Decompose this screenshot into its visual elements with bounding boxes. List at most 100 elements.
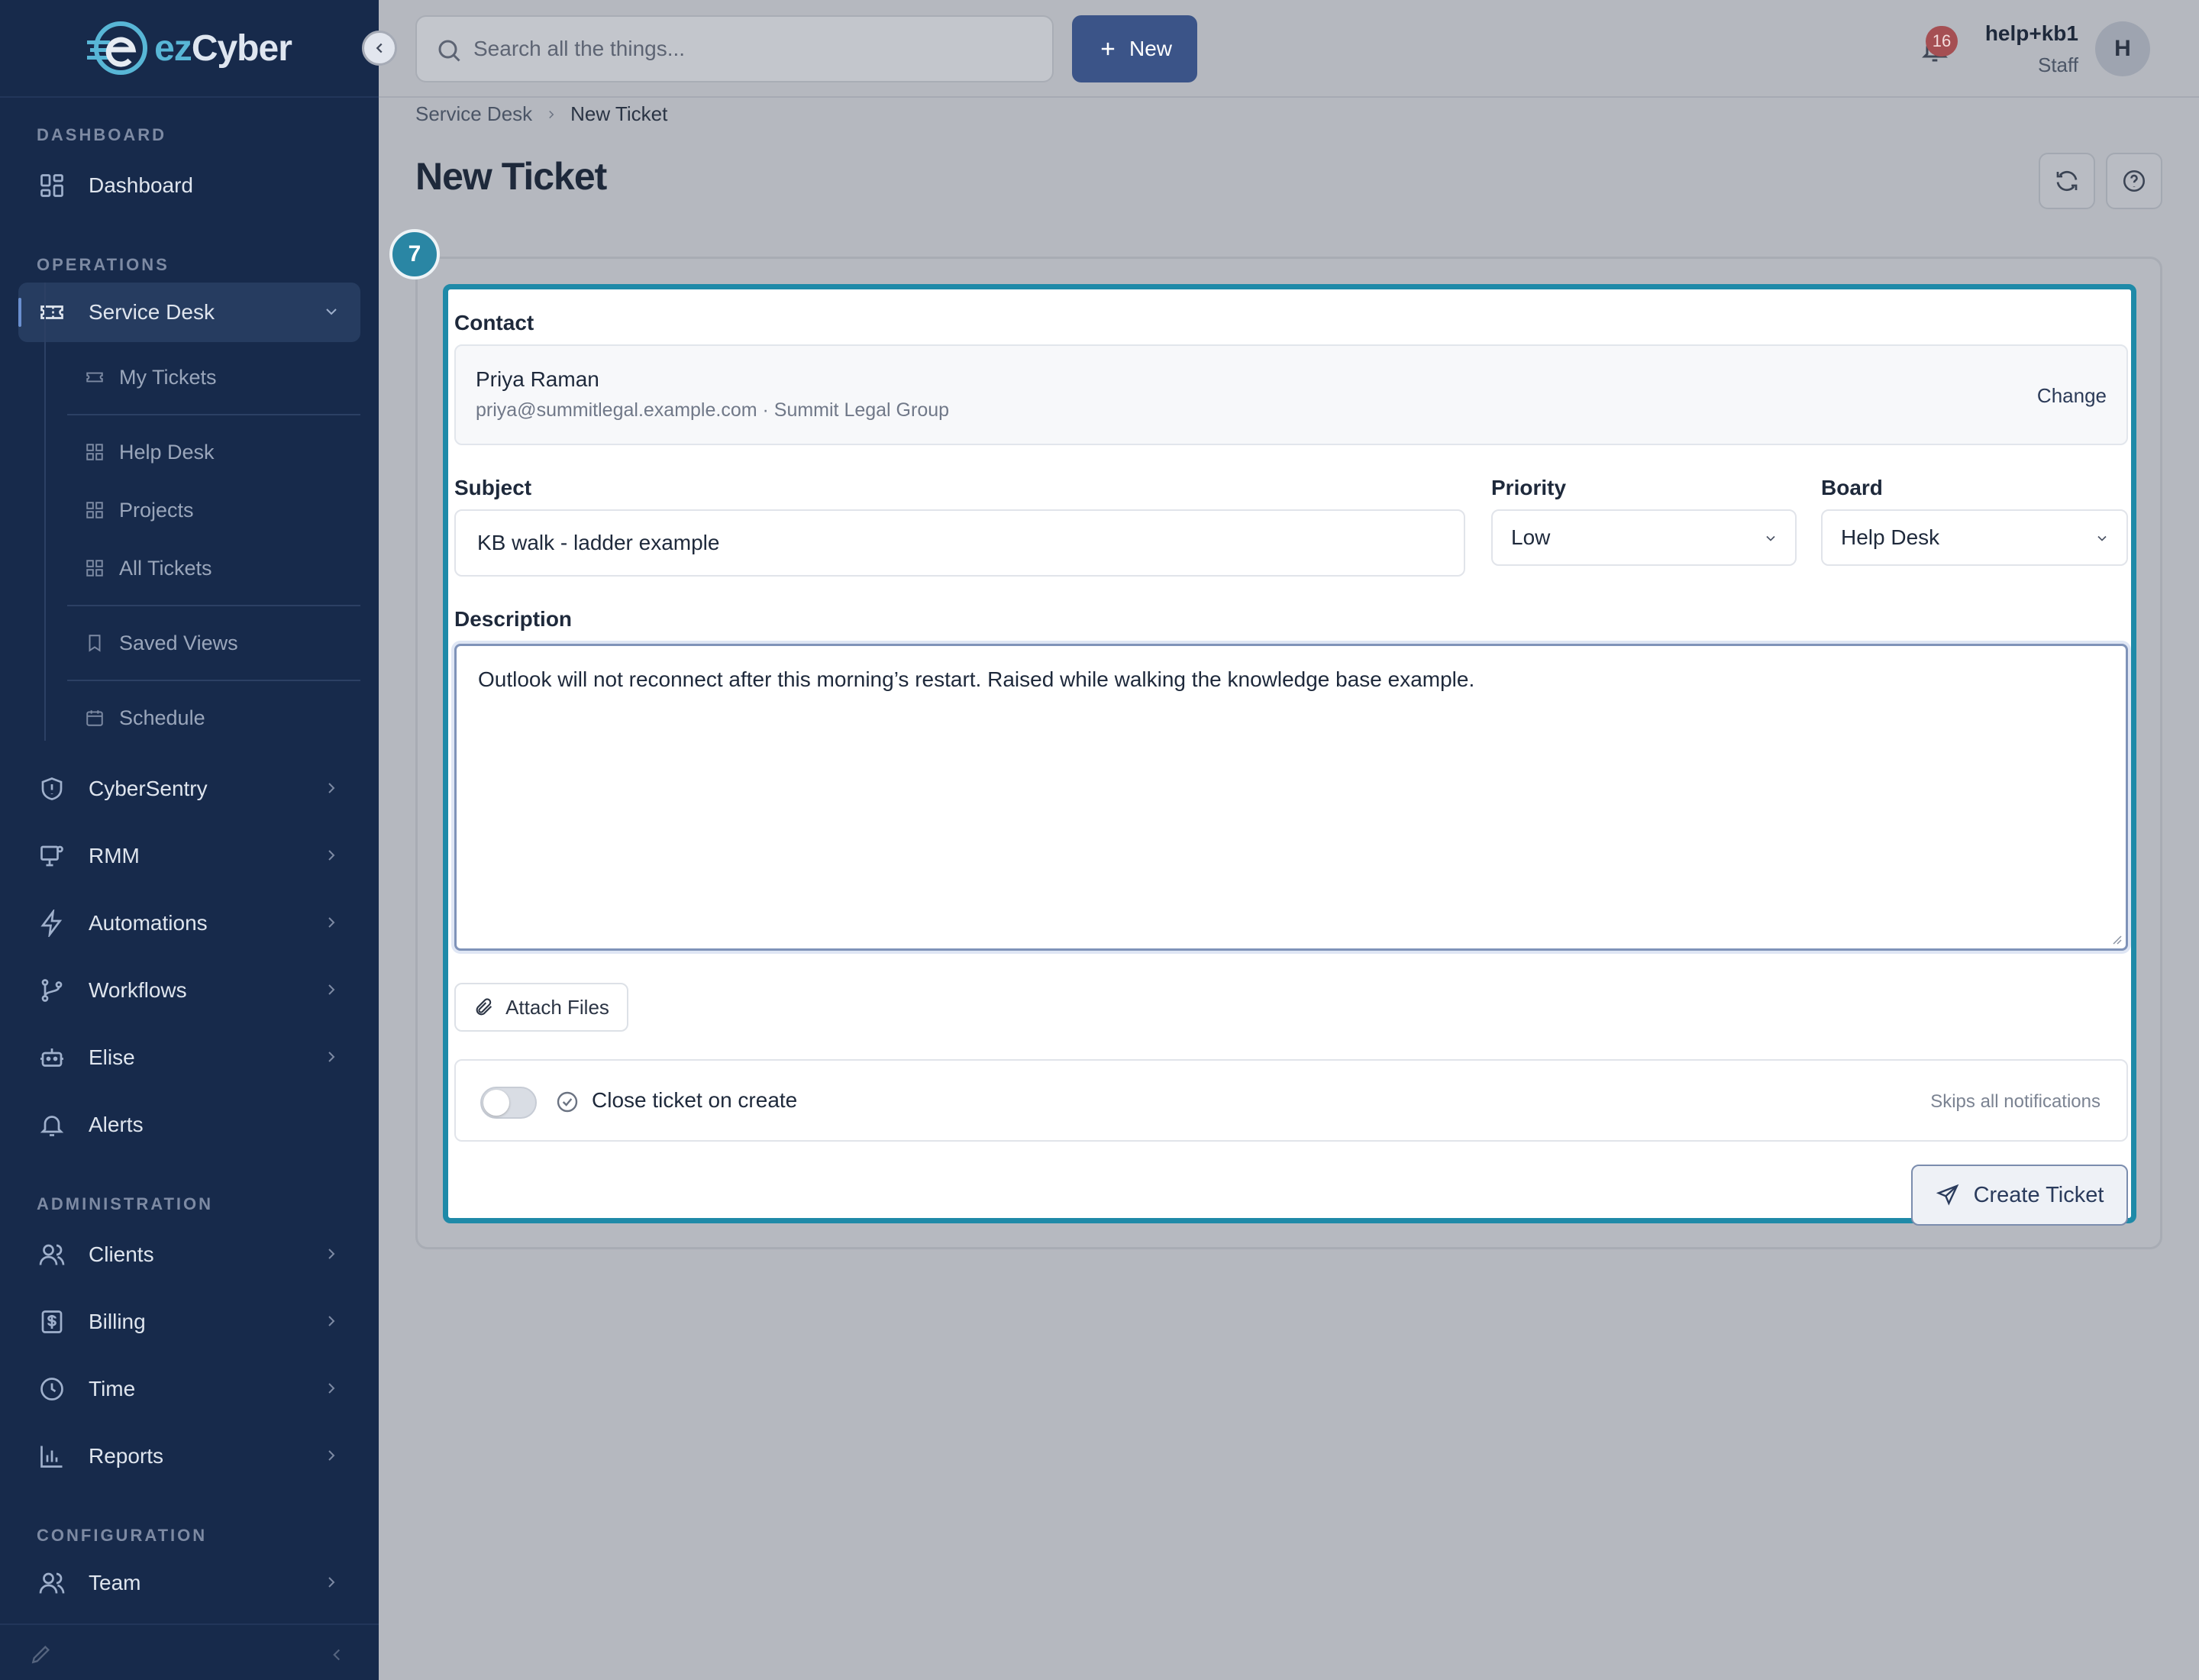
- sidebar-subitem-label: All Tickets: [119, 556, 212, 580]
- brand-name: ezCyber: [154, 27, 292, 69]
- grid-icon: [84, 441, 105, 463]
- section-label-dashboard: DASHBOARD: [37, 125, 166, 144]
- pencil-icon[interactable]: [29, 1642, 53, 1666]
- subject-label: Subject: [454, 476, 532, 499]
- close-ticket-toggle[interactable]: [480, 1087, 537, 1119]
- resize-grip-icon[interactable]: [2109, 932, 2123, 945]
- chevron-right-icon: [328, 1249, 335, 1259]
- bar-chart-icon: [37, 1441, 67, 1472]
- sidebar-item-label: Elise: [89, 1045, 135, 1069]
- brand-logo[interactable]: ezCyber: [0, 0, 379, 98]
- chevron-right-icon: [328, 984, 335, 995]
- sidebar-item-team[interactable]: Team: [18, 1553, 360, 1613]
- chevron-right-icon: [328, 1383, 335, 1394]
- chevron-left-icon[interactable]: [327, 1645, 347, 1665]
- sidebar-item-billing[interactable]: Billing: [18, 1292, 360, 1352]
- sidebar-item-alerts[interactable]: Alerts: [18, 1095, 360, 1155]
- chevron-right-icon: [328, 917, 335, 928]
- sidebar-item-label: Clients: [89, 1242, 154, 1266]
- attach-files-button[interactable]: Attach Files: [454, 983, 628, 1032]
- description-textarea[interactable]: Outlook will not reconnect after this mo…: [454, 644, 2128, 951]
- sidebar-subitem-label: Saved Views: [119, 631, 238, 654]
- users-icon: [37, 1239, 67, 1270]
- check-circle-icon: [557, 1091, 578, 1113]
- sidebar-subitem-saved-views[interactable]: Saved Views: [84, 620, 238, 666]
- dollar-icon: [37, 1307, 67, 1337]
- new-ticket-form: Contact Priya Raman priya@summitlegal.ex…: [443, 284, 2136, 1226]
- chevron-down-icon: [2097, 535, 2107, 541]
- chevron-right-icon: [328, 1316, 335, 1326]
- grid-icon: [84, 499, 105, 521]
- sidebar-item-dashboard[interactable]: Dashboard: [18, 156, 360, 215]
- refresh-button[interactable]: [2039, 153, 2095, 209]
- search-placeholder: Search all the things...: [473, 37, 686, 60]
- subject-value: KB walk - ladder example: [477, 531, 720, 554]
- walkthrough-step-badge: 7: [389, 229, 440, 279]
- sidebar-item-label: Service Desk: [89, 300, 215, 324]
- help-button[interactable]: [2106, 153, 2162, 209]
- sidebar-item-workflows[interactable]: Workflows: [18, 961, 360, 1020]
- chevron-right-icon: [328, 1577, 335, 1588]
- board-label: Board: [1821, 476, 1883, 499]
- sidebar-subitem-my-tickets[interactable]: My Tickets: [84, 354, 217, 400]
- monitor-icon: [37, 841, 67, 871]
- sidebar-collapse-button[interactable]: [362, 31, 397, 66]
- create-ticket-button[interactable]: Create Ticket: [1911, 1165, 2128, 1226]
- chevron-down-icon: [326, 309, 337, 315]
- section-label-configuration: CONFIGURATION: [37, 1526, 208, 1545]
- refresh-icon: [2056, 170, 2078, 192]
- top-bar: Search all the things... New 16 help+kb1…: [379, 0, 2199, 98]
- chevron-right-icon: [328, 1450, 335, 1461]
- shield-icon: [37, 774, 67, 804]
- board-select[interactable]: Help Desk: [1821, 509, 2128, 566]
- help-circle-icon: [2123, 170, 2146, 192]
- chevron-right-icon: [549, 110, 554, 118]
- sidebar-subitem-help-desk[interactable]: Help Desk: [84, 429, 215, 475]
- sidebar-item-cybersentry[interactable]: CyberSentry: [18, 759, 360, 819]
- breadcrumb-link-service-desk[interactable]: Service Desk: [415, 102, 532, 126]
- chevron-left-icon: [376, 43, 383, 53]
- sidebar-item-clients[interactable]: Clients: [18, 1225, 360, 1284]
- new-button[interactable]: New: [1072, 15, 1197, 82]
- robot-icon: [37, 1042, 67, 1073]
- divider: [67, 680, 360, 681]
- sidebar-item-label: CyberSentry: [89, 777, 208, 800]
- description-value: Outlook will not reconnect after this mo…: [478, 667, 1475, 691]
- subject-input[interactable]: KB walk - ladder example: [454, 509, 1465, 577]
- sidebar-item-service-desk[interactable]: Service Desk: [18, 283, 360, 342]
- grid-icon: [84, 557, 105, 579]
- priority-select[interactable]: Low: [1491, 509, 1797, 566]
- ticket-icon: [37, 297, 67, 328]
- divider: [67, 605, 360, 606]
- contact-email-org: priya@summitlegal.example.com · Summit L…: [476, 399, 950, 421]
- search-input[interactable]: Search all the things...: [415, 15, 1054, 82]
- lightning-icon: [37, 908, 67, 939]
- toggle-knob: [483, 1090, 509, 1116]
- plus-icon: [1101, 42, 1115, 56]
- sidebar-item-label: Automations: [89, 911, 208, 935]
- create-ticket-label: Create Ticket: [1973, 1182, 2104, 1207]
- section-label-administration: ADMINISTRATION: [37, 1194, 214, 1213]
- chevron-down-icon: [1766, 535, 1775, 541]
- section-label-operations: OPERATIONS: [37, 255, 170, 274]
- breadcrumb: Service Desk New Ticket: [415, 102, 667, 126]
- page-title: New Ticket: [415, 155, 607, 198]
- sidebar-item-reports[interactable]: Reports: [18, 1426, 360, 1486]
- sidebar-item-time[interactable]: Time: [18, 1359, 360, 1419]
- close-ticket-hint: Skips all notifications: [1930, 1091, 2101, 1112]
- sidebar-item-elise[interactable]: Elise: [18, 1028, 360, 1087]
- users-icon: [37, 1568, 67, 1598]
- sidebar-item-rmm[interactable]: RMM: [18, 826, 360, 886]
- bookmark-icon: [84, 632, 105, 654]
- avatar[interactable]: H: [2095, 21, 2150, 76]
- change-contact-link[interactable]: Change: [2037, 384, 2107, 408]
- ezcyber-logo-icon: [87, 21, 148, 75]
- sidebar-subitem-projects[interactable]: Projects: [84, 487, 194, 533]
- sidebar-subitem-all-tickets[interactable]: All Tickets: [84, 545, 212, 591]
- sidebar-item-label: Dashboard: [89, 173, 193, 197]
- sidebar-item-automations[interactable]: Automations: [18, 893, 360, 953]
- ticket-icon: [84, 367, 105, 388]
- sidebar-subitem-schedule[interactable]: Schedule: [84, 695, 205, 741]
- clock-icon: [37, 1374, 67, 1404]
- sidebar-subitem-label: Help Desk: [119, 440, 215, 464]
